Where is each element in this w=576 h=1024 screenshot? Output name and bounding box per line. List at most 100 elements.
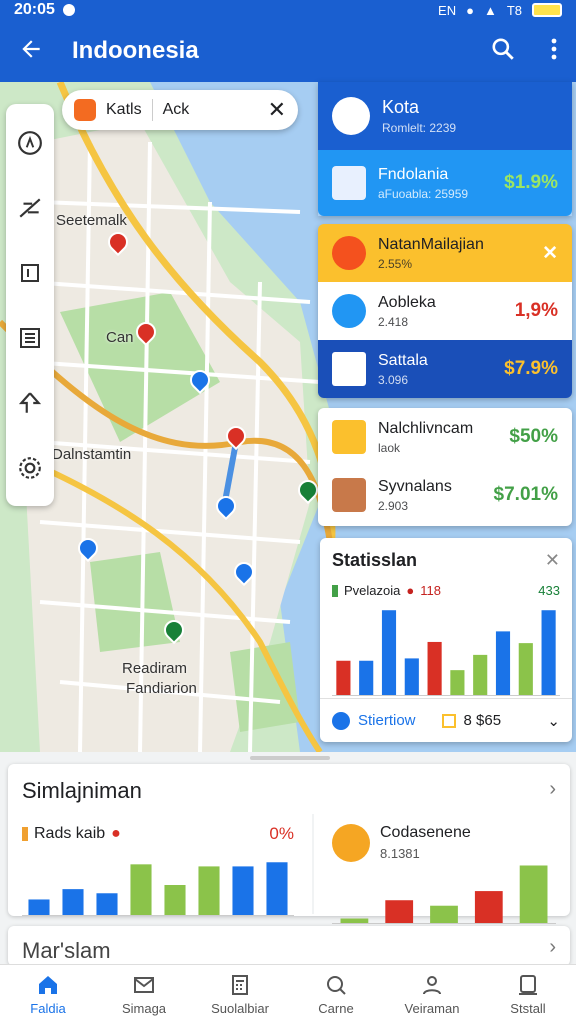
map-label-dalnstamtin: Dalnstamtin [52, 446, 132, 463]
footer-link[interactable]: Stiertiow [358, 712, 416, 729]
statistics-legend: Pvelazoia ● 118 433 [332, 583, 560, 598]
list-icon[interactable] [15, 323, 45, 353]
fndolania-row[interactable]: Fndolania aFuoabla: 25959 $1.9% [318, 150, 572, 216]
nalchlivncam-row[interactable]: Nalchlivncam laok $50% [318, 408, 572, 466]
search-icon[interactable] [490, 36, 516, 67]
aobleka-sub: 2.418 [378, 314, 409, 329]
fndolania-sub: aFuoabla: 25959 [378, 186, 469, 201]
building-icon [332, 478, 366, 512]
legend-label: Pvelazoia [344, 583, 401, 598]
map-label-can: Can [106, 329, 134, 346]
chart-bar [130, 864, 152, 916]
chevron-down-icon[interactable]: ⌄ [547, 712, 560, 730]
route-icon[interactable] [15, 193, 45, 223]
region-panel: Kota Romlelt: 2239 Fndolania aFuoabla: 2… [318, 82, 572, 216]
nav-item-carne[interactable]: Carne [288, 965, 384, 1024]
nav-item-faldia[interactable]: Faldia [0, 965, 96, 1024]
city-icon [332, 166, 366, 200]
nav-label: Veiraman [404, 1001, 460, 1016]
map-search-bar[interactable]: Katls Ack ✕ [62, 90, 298, 130]
close-icon[interactable]: ✕ [542, 242, 558, 265]
chevron-right-icon[interactable]: › [549, 936, 556, 959]
sheet-handle[interactable] [250, 756, 330, 760]
status-bar: 20:05 EN ● ▲ T8 [0, 0, 576, 20]
sattala-title: Sattala [378, 351, 428, 369]
syvnalans-value: $7.01% [493, 484, 558, 505]
statistics-title: Statisslan [332, 550, 418, 570]
syvnalans-row[interactable]: Syvnalans 2.903 $7.01% [318, 466, 572, 524]
chart-bar [473, 654, 488, 696]
map-toolbar [6, 104, 54, 506]
chart-bar [427, 641, 442, 696]
app-bar: Indoonesia [0, 20, 576, 82]
chart-bar [336, 660, 351, 696]
legend-value: 118 [420, 583, 441, 598]
person-icon [332, 420, 366, 454]
section-title: Mar'slam [22, 938, 111, 963]
navigate-icon[interactable] [15, 388, 45, 418]
indicator-panel: NatanMailajian 2.55% ✕ Aobleka 2.418 1,9… [318, 224, 572, 398]
chart-bar [385, 900, 414, 924]
calculator-icon [232, 975, 248, 995]
close-icon[interactable]: ✕ [545, 550, 560, 571]
chart-bar [62, 889, 84, 916]
map-label-seetemalk: Seetemalk [56, 212, 127, 229]
nalchlivncam-value: $50% [509, 426, 558, 447]
sattala-sub: 3.096 [378, 372, 409, 387]
kota-title: Kota [382, 97, 420, 117]
chart-bar [430, 905, 458, 924]
nav-item-simaga[interactable]: Simaga [96, 965, 192, 1024]
globe-icon [332, 294, 366, 328]
right-chart-label: Codasenene [380, 824, 471, 841]
legend-swatch [22, 827, 28, 841]
natan-row[interactable]: NatanMailajian 2.55% ✕ [318, 224, 572, 282]
nav-label: Simaga [121, 1001, 167, 1016]
chart-bar [404, 658, 419, 696]
nalchlivncam-sub: laok [378, 440, 401, 455]
nav-item-veiraman[interactable]: Veiraman [384, 965, 480, 1024]
chart-bar [96, 893, 118, 916]
bottom-navigation: Faldia Simaga Suolalbiar Carne Veiraman … [0, 964, 576, 1024]
aobleka-row[interactable]: Aobleka 2.418 1,9% [318, 282, 572, 340]
wifi-icon: ● [466, 2, 474, 18]
search-right-text: Ack [162, 101, 190, 118]
statistics-chart [332, 610, 560, 696]
natan-title: NatanMailajian [378, 235, 484, 253]
avatar [332, 824, 370, 862]
sattala-row[interactable]: Sattala 3.096 $7.9% [318, 340, 572, 398]
settings-icon[interactable] [15, 453, 45, 483]
chevron-right-icon[interactable]: › [549, 778, 556, 801]
nav-item-suolalbiar[interactable]: Suolalbiar [192, 965, 288, 1024]
aobleka-value: 1,9% [514, 300, 558, 321]
send-icon[interactable] [332, 711, 350, 730]
aobleka-title: Aobleka [378, 293, 436, 311]
growth-panel: Nalchlivncam laok $50% Syvnalans 2.903 $… [318, 408, 572, 526]
close-icon[interactable]: ✕ [268, 97, 286, 123]
layer-icon[interactable] [15, 258, 45, 288]
chart-bar [450, 670, 465, 696]
sattala-value: $7.9% [504, 358, 558, 379]
more-vert-icon[interactable] [550, 37, 558, 66]
chart-bar [232, 866, 254, 916]
right-bar-chart [332, 865, 556, 924]
compass-icon[interactable] [15, 128, 45, 158]
legend-swatch [332, 584, 338, 597]
brand-icon [74, 99, 96, 121]
natan-sub: 2.55% [378, 256, 413, 271]
divider [151, 99, 153, 121]
chart-bar [519, 865, 548, 924]
syvnalans-title: Syvnalans [378, 477, 452, 495]
pin-icon: ● [406, 583, 415, 598]
left-bar-chart [22, 862, 294, 916]
status-time: 20:05 [14, 1, 55, 18]
nav-item-ststall[interactable]: Ststall [480, 965, 576, 1024]
battery-label: T8 [506, 2, 522, 18]
device-icon [519, 975, 537, 995]
syvnalans-sub: 2.903 [378, 498, 409, 513]
map-label-fandiarion: Fandiarion [126, 680, 197, 697]
kota-icon [332, 97, 370, 135]
section-marslam[interactable]: Mar'slam › [8, 926, 570, 966]
kota-row[interactable]: Kota Romlelt: 2239 [318, 82, 572, 150]
search-left-text: Katls [106, 101, 142, 118]
back-icon[interactable] [18, 36, 44, 67]
